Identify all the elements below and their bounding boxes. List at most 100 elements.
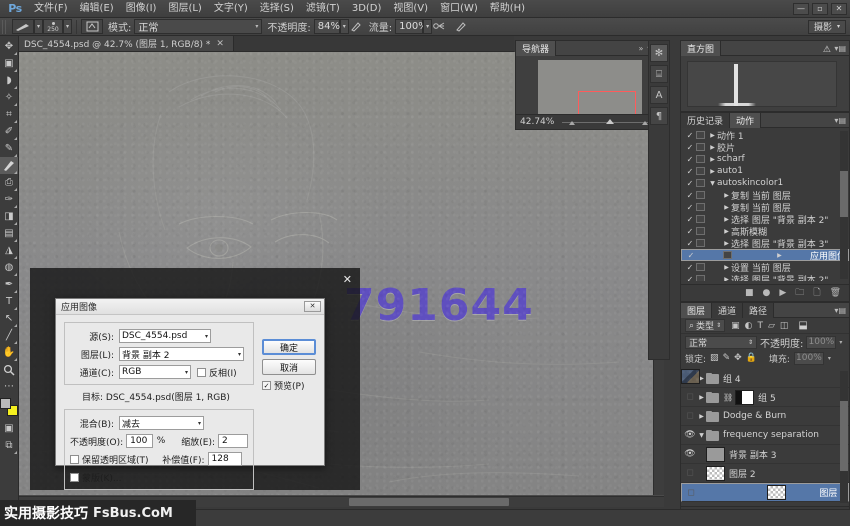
action-dialog-toggle[interactable]	[696, 167, 705, 175]
chevron-right-icon[interactable]: ▶	[722, 192, 731, 199]
chevron-right-icon[interactable]: ▶	[708, 156, 717, 163]
mask-checkbox[interactable]	[70, 473, 79, 482]
menu-window[interactable]: 窗口(W)	[434, 1, 484, 17]
pressure-opacity-icon[interactable]	[349, 19, 364, 34]
action-dialog-toggle[interactable]	[696, 203, 705, 211]
filter-toggle-icon[interactable]: ⬓	[798, 320, 807, 331]
tab-navigator[interactable]: 导航器	[516, 41, 556, 56]
menu-file[interactable]: 文件(F)	[28, 1, 74, 17]
history-brush-tool[interactable]: ✑	[0, 191, 18, 208]
crop-tool[interactable]: ⌗	[0, 106, 18, 123]
brush-preset-picker[interactable]	[12, 19, 34, 34]
minimize-button[interactable]: —	[793, 3, 809, 15]
invert-checkbox[interactable]	[197, 368, 206, 377]
ok-button[interactable]: 确定	[262, 339, 316, 355]
chevron-down-icon[interactable]: ▼	[708, 180, 717, 187]
scrollbar-thumb[interactable]	[349, 498, 509, 506]
layers-scrollbar[interactable]	[840, 371, 848, 503]
paragraph-panel-icon[interactable]: ¶	[650, 107, 668, 125]
smart-object-filter-icon[interactable]: ◫	[780, 321, 789, 331]
action-check-icon[interactable]: ✓	[684, 167, 696, 176]
layer-opacity-value[interactable]: 100%	[806, 336, 836, 349]
action-dialog-toggle[interactable]	[696, 227, 705, 235]
table-row[interactable]: ◻ 图层 2	[681, 464, 849, 483]
close-icon[interactable]: ✕	[216, 39, 224, 49]
action-check-icon[interactable]: ✓	[684, 155, 696, 164]
dialog-opacity-input[interactable]: 100	[126, 434, 153, 448]
invert-checkbox-group[interactable]: 反相(I)	[197, 366, 237, 379]
chevron-right-icon[interactable]: ▶	[722, 264, 731, 271]
menu-layer[interactable]: 图层(L)	[162, 1, 207, 17]
new-action-icon[interactable]: 🗋	[813, 285, 820, 301]
channel-select[interactable]: RGB ▾	[119, 365, 191, 379]
table-row[interactable]: ◻ ▶ 组 4	[681, 369, 849, 388]
lock-all-icon[interactable]: 🔒	[746, 353, 757, 363]
zoom-out-icon[interactable]	[569, 121, 575, 125]
blur-tool[interactable]: ◮	[0, 242, 18, 259]
layer-thumbnail[interactable]	[706, 447, 725, 462]
cancel-button[interactable]: 取消	[262, 359, 316, 375]
lasso-tool[interactable]: ◗	[0, 72, 18, 89]
list-item[interactable]: ✓▶动作 1	[681, 129, 849, 141]
layer-thumbnail[interactable]	[767, 485, 786, 500]
chevron-right-icon[interactable]: ▶	[775, 252, 784, 259]
navigator-zoom-value[interactable]: 42.74%	[520, 117, 554, 127]
layer-mask-thumbnail[interactable]	[735, 390, 754, 405]
list-item[interactable]: ✓▶复制 当前 图层	[681, 189, 849, 201]
marquee-tool[interactable]: ▣	[0, 55, 18, 72]
action-dialog-toggle[interactable]	[696, 179, 705, 187]
backdrop-close-icon[interactable]: ✕	[343, 273, 352, 286]
layer-filter-kind-select[interactable]: ⌕ 类型 ⇕	[685, 319, 725, 332]
options-bar-grip[interactable]	[2, 20, 8, 34]
play-icon[interactable]: ▶	[779, 288, 786, 298]
action-check-icon[interactable]: ✓	[685, 251, 697, 260]
menu-type[interactable]: 文字(Y)	[208, 1, 254, 17]
list-item-selected[interactable]: ✓▶应用图像	[681, 249, 849, 261]
source-select[interactable]: DSC_4554.psd ▾	[119, 329, 211, 343]
layer-fill-value[interactable]: 100%	[794, 352, 824, 365]
adjustments-panel-icon[interactable]: ⌸	[650, 65, 668, 83]
chevron-right-icon[interactable]: ▶	[697, 394, 706, 401]
chevron-right-icon[interactable]: ▶	[722, 216, 731, 223]
chevron-down-icon[interactable]: ▼	[697, 432, 706, 439]
table-row[interactable]: ◻ ▶ ⛓ 组 5	[681, 388, 849, 407]
pixel-filter-icon[interactable]: ▣	[731, 321, 740, 331]
action-dialog-toggle[interactable]	[696, 155, 705, 163]
visibility-icon[interactable]: ◻	[683, 468, 697, 478]
layer-thumbnail[interactable]	[681, 369, 700, 384]
visibility-icon[interactable]: ◻	[683, 411, 697, 421]
action-check-icon[interactable]: ✓	[684, 215, 696, 224]
preview-checkbox[interactable]: ✓	[262, 381, 271, 390]
adjustment-filter-icon[interactable]: ◐	[745, 321, 753, 331]
action-check-icon[interactable]: ✓	[684, 203, 696, 212]
dialog-close-button[interactable]: ✕	[304, 301, 321, 312]
action-dialog-toggle[interactable]	[696, 239, 705, 247]
navigator-thumbnail[interactable]	[538, 60, 642, 115]
pressure-size-icon[interactable]	[453, 19, 468, 34]
action-check-icon[interactable]: ✓	[684, 131, 696, 140]
preview-group[interactable]: ✓ 预览(P)	[262, 379, 316, 392]
type-tool[interactable]: T	[0, 293, 18, 310]
action-dialog-toggle[interactable]	[696, 263, 705, 271]
layer-thumbnail[interactable]	[706, 466, 725, 481]
brush-size-indicator[interactable]: 250	[43, 19, 63, 34]
action-dialog-toggle[interactable]	[696, 275, 705, 281]
tab-histogram[interactable]: 直方图	[681, 41, 721, 56]
list-item[interactable]: ✓▶选择 图层 "背景 副本 3"	[681, 237, 849, 249]
tab-actions[interactable]: 动作	[730, 113, 761, 128]
mask-group[interactable]: 蒙版(K)...	[70, 471, 122, 484]
screen-mode-toggle[interactable]: ⧉	[0, 437, 18, 454]
action-check-icon[interactable]: ✓	[684, 263, 696, 272]
type-filter-icon[interactable]: T	[757, 321, 763, 331]
table-row[interactable]: 👁 ▼ frequency separation	[681, 426, 849, 445]
visibility-icon[interactable]: 👁	[683, 430, 697, 440]
tab-channels[interactable]: 通道	[712, 303, 743, 318]
panel-menu-icon[interactable]: ▾▤	[834, 306, 846, 315]
action-check-icon[interactable]: ✓	[684, 275, 696, 282]
tab-layers[interactable]: 图层	[681, 303, 712, 318]
tab-paths[interactable]: 路径	[743, 303, 774, 318]
navigator-zoom-slider[interactable]	[562, 122, 650, 123]
maximize-button[interactable]: ▫	[812, 3, 828, 15]
action-dialog-toggle[interactable]	[696, 191, 705, 199]
color-panel-icon[interactable]: ✻	[650, 44, 668, 62]
